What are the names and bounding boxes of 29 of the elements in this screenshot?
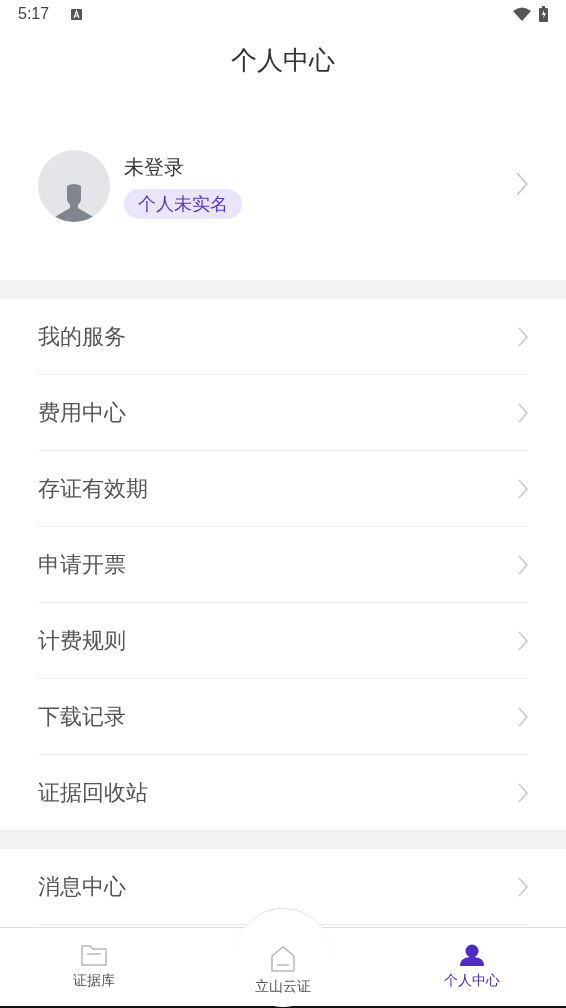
notification-icon [71,8,83,20]
user-name: 未登录 [124,153,184,181]
chevron-icon [518,478,528,499]
folder-icon [81,944,108,966]
chevron-icon [518,402,528,423]
tab[interactable]: 立山云证 [188,928,378,1006]
page-title: 个人中心 [230,43,336,77]
menu-item[interactable]: 存证有效期 [38,451,528,527]
menu-item[interactable]: 计费规则 [38,603,528,679]
person-icon [458,944,485,966]
menu-item[interactable]: 下载记录 [38,679,528,755]
wifi-icon [513,7,531,21]
tab[interactable]: 证据库 [0,928,189,1006]
chevron-icon [518,326,528,347]
menu-item[interactable]: 费用中心 [38,375,528,451]
menu-item[interactable]: 证据回收站 [38,755,528,830]
chevron-icon [518,782,528,803]
battery-icon [539,6,548,22]
chevron-icon [518,876,528,897]
chevron-icon [516,172,528,196]
chevron-icon [518,630,528,651]
status-time: 5:17 [18,5,50,23]
home-icon [271,946,295,972]
menu-item[interactable]: 申请开票 [38,527,528,603]
tab[interactable]: 个人中心 [377,928,566,1006]
menu-item[interactable]: 我的服务 [38,299,528,375]
chevron-icon [518,554,528,575]
verification-badge: 个人未实名 [124,188,242,219]
chevron-icon [518,706,528,727]
